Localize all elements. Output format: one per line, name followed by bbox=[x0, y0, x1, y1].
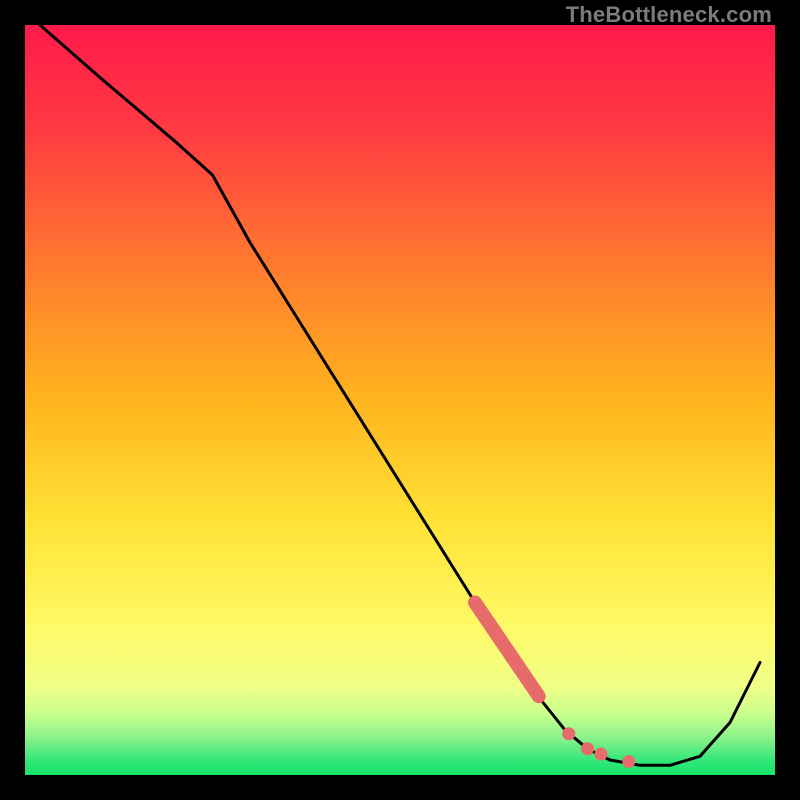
marker-dot bbox=[581, 742, 594, 755]
chart-frame bbox=[25, 25, 775, 775]
marker-dot bbox=[622, 755, 635, 768]
gradient-background bbox=[25, 25, 775, 775]
chart-svg bbox=[25, 25, 775, 775]
marker-dot bbox=[595, 748, 608, 761]
marker-dot bbox=[562, 727, 575, 740]
watermark-text: TheBottleneck.com bbox=[566, 2, 772, 28]
